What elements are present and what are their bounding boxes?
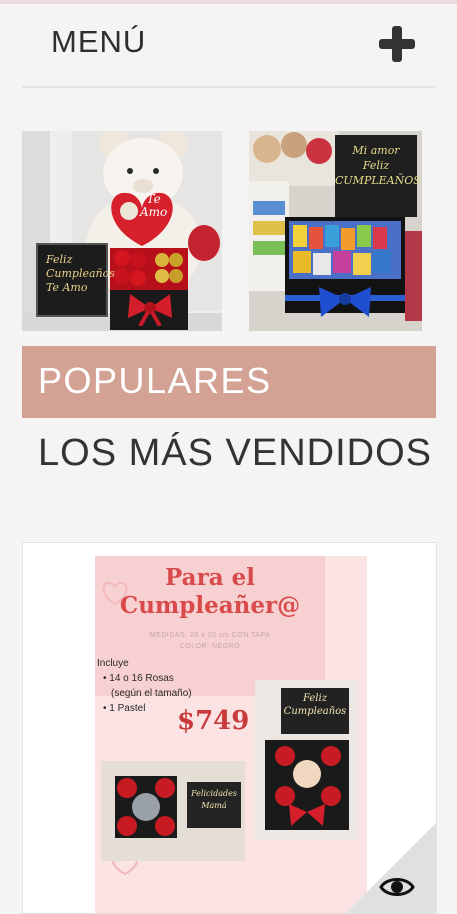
sign-text-1: Feliz <box>46 253 73 266</box>
eye-icon[interactable] <box>379 873 415 901</box>
product-photo-teddy[interactable]: Te Amo Feliz Cumpleaños Te Amo <box>22 131 222 331</box>
includes-label: Incluye <box>97 658 129 669</box>
includes-bullet2: • 1 Pastel <box>103 703 146 714</box>
product-flyer: Para el Cumpleañer@ MEDIDAS: 20 x 20 cm … <box>95 556 367 913</box>
product-card[interactable]: Para el Cumpleañer@ MEDIDAS: 20 x 20 cm … <box>22 542 437 914</box>
includes-bullet1-note: (según el tamaño) <box>111 688 192 699</box>
flyer-title-line1: Para el <box>165 564 255 591</box>
heart-text-line1: Te <box>146 192 161 206</box>
flyer-sign1-line1: Feliz <box>303 693 327 704</box>
heart-text: Te Amo <box>140 193 167 219</box>
sign-text-2: Cumpleaños <box>46 267 115 280</box>
flyer-sub1: MEDIDAS: 20 x 20 cm CON TAPA <box>149 632 271 639</box>
flyer-subtitle: MEDIDAS: 20 x 20 cm CON TAPA COLOR: NEGR… <box>95 630 325 652</box>
roses-graphic <box>110 248 188 290</box>
candy-sign-text-1: Mi amor <box>352 144 400 157</box>
flyer-sign1-line2: Cumpleaños <box>283 706 347 717</box>
flyer-title: Para el Cumpleañer@ <box>95 564 325 620</box>
product-photo-candy[interactable]: Mi amor Feliz CUMPLEAÑOS <box>249 131 422 331</box>
populares-label: POPULARES <box>38 360 272 401</box>
section-title: LOS MÁS VENDIDOS <box>38 432 432 474</box>
flyer-title-line2: Cumpleañer@ <box>119 592 301 619</box>
flyer-sign1: Feliz Cumpleaños <box>283 692 347 718</box>
flyer-sub2: COLOR: NEGRO <box>179 643 241 650</box>
flyer-sign2: Felicidades Mamá <box>189 788 239 812</box>
menu-button[interactable]: MENÚ <box>51 24 146 60</box>
flyer-sign2-line2: Mamá <box>201 801 227 810</box>
populares-banner[interactable]: POPULARES <box>22 346 436 418</box>
heart-text-line2: Amo <box>140 205 168 219</box>
candy-sign-text-2: Feliz <box>362 159 390 172</box>
red-bow-icon <box>128 294 172 326</box>
header: MENÚ <box>0 4 457 82</box>
chalkboard-sign: Feliz Cumpleaños Te Amo <box>36 243 115 317</box>
sign-text-3: Te Amo <box>46 281 88 294</box>
candy-chalkboard-sign: Mi amor Feliz CUMPLEAÑOS <box>335 135 421 217</box>
includes-bullet1: • 14 o 16 Rosas <box>103 673 174 684</box>
price: $749 <box>177 706 250 736</box>
rose-box <box>110 248 188 330</box>
header-divider <box>22 86 436 88</box>
flyer-sign2-line1: Felicidades <box>191 789 237 798</box>
candy-sign-text-3: CUMPLEAÑOS <box>335 174 421 187</box>
plus-icon[interactable] <box>376 26 418 62</box>
